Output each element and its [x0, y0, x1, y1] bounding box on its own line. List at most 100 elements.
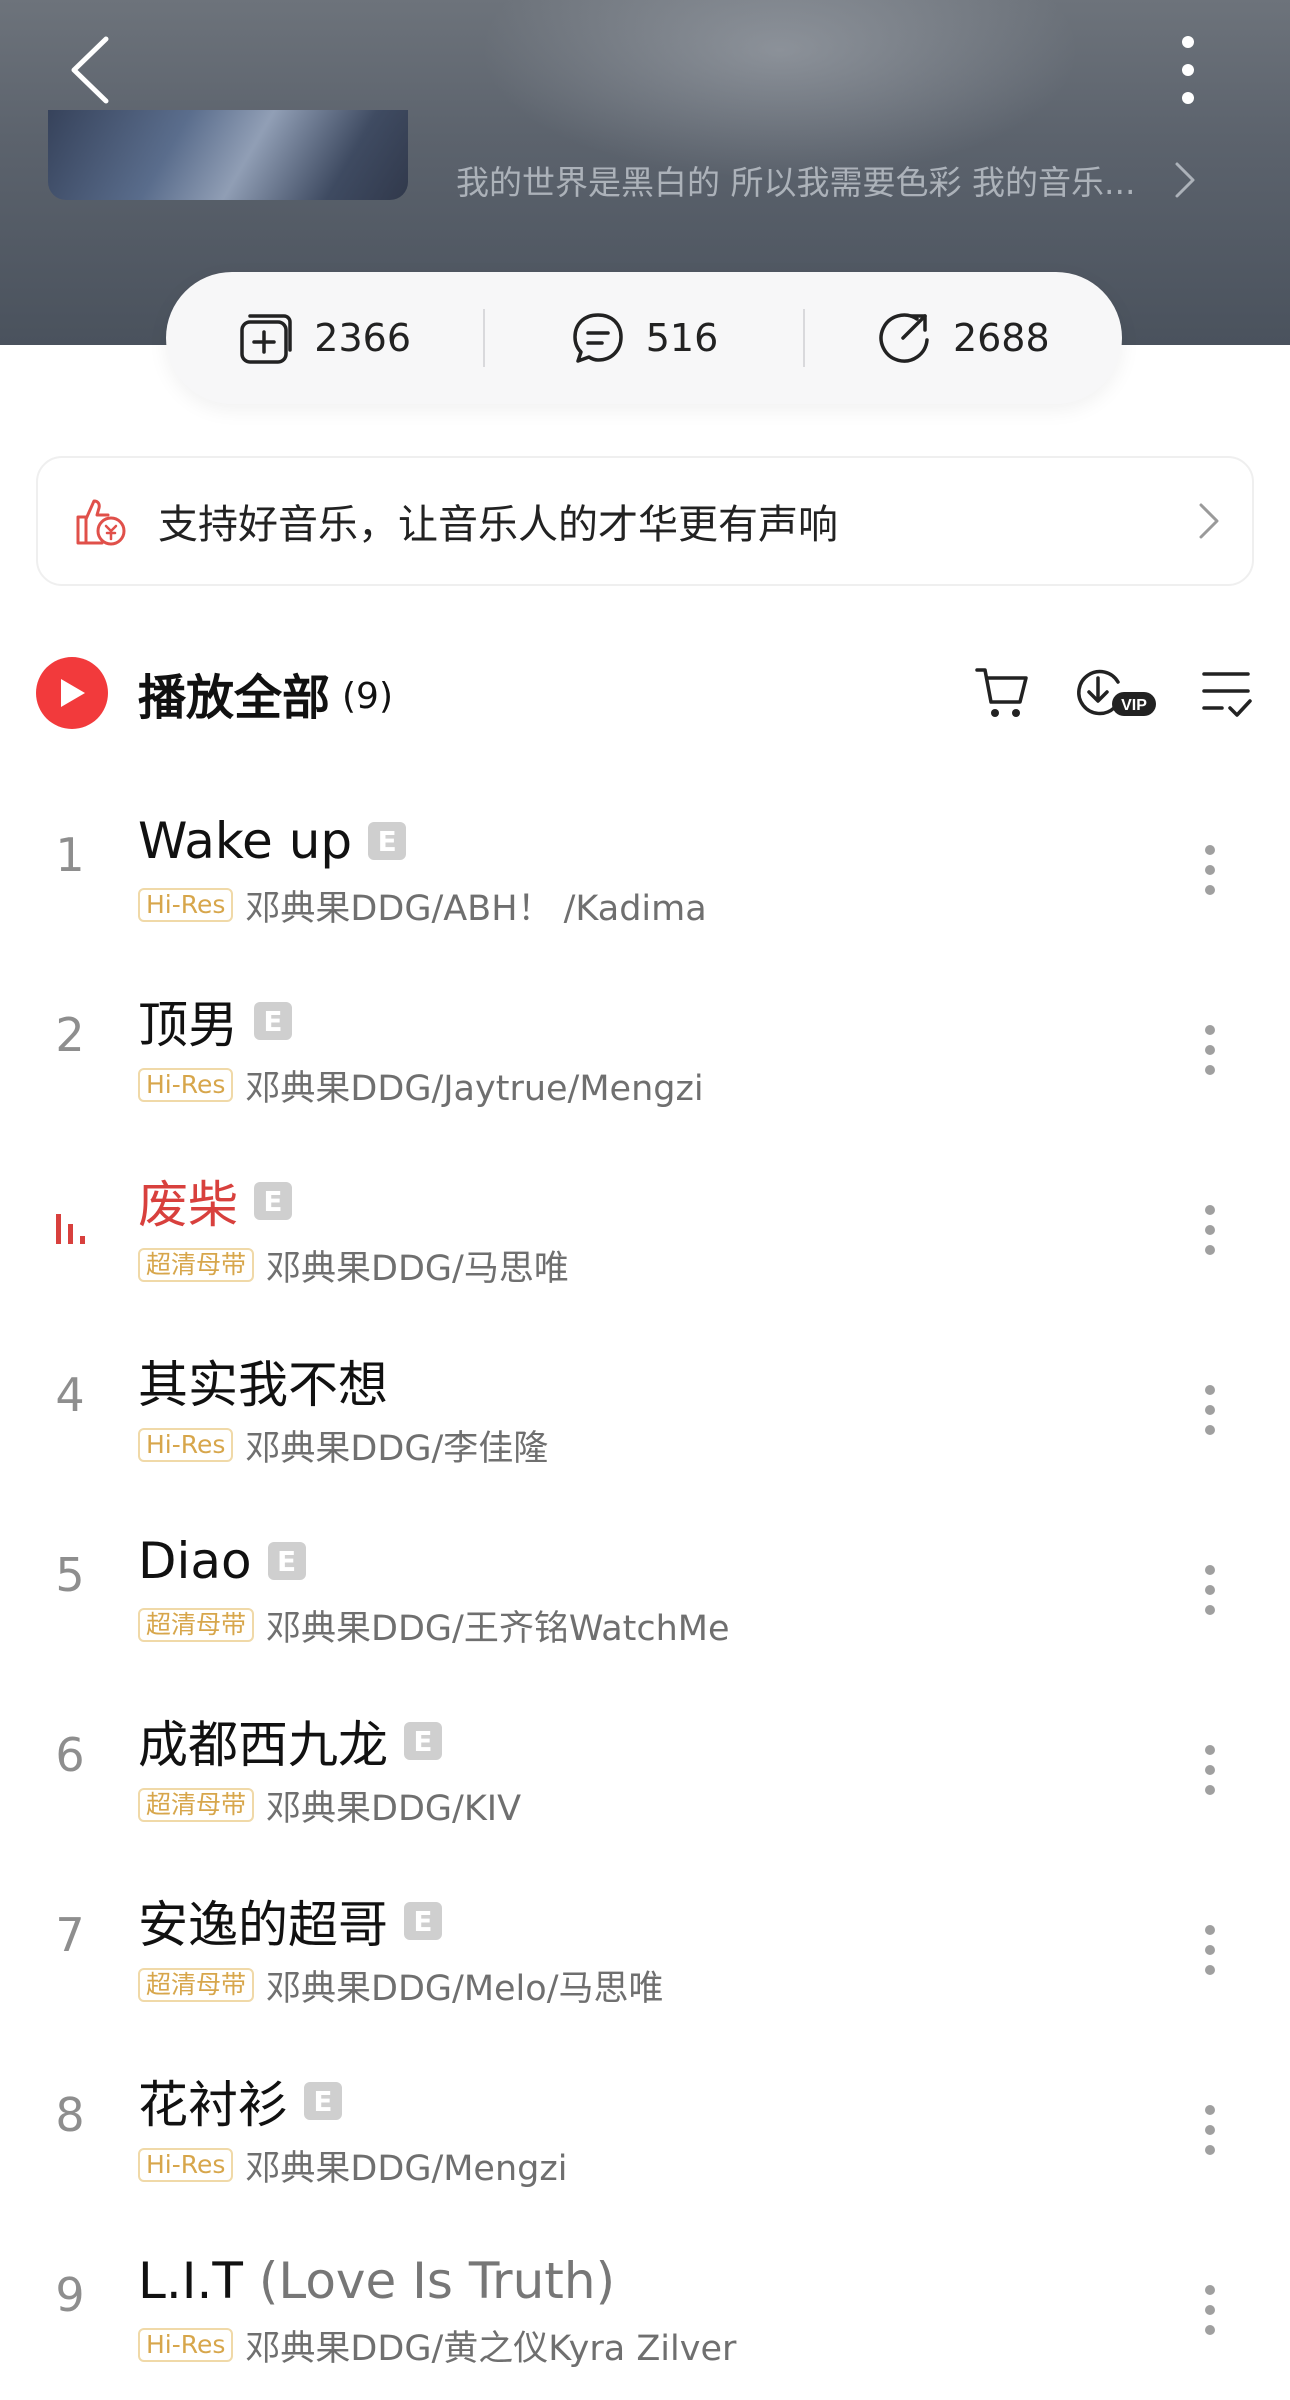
comment-button[interactable]: 516	[485, 272, 802, 404]
song-meta: Hi-Res 邓典果DDG/Mengzi	[138, 2140, 567, 2190]
song-title-main: 花衬衫	[138, 2076, 288, 2134]
more-vertical-icon	[1205, 1385, 1215, 1435]
song-title: 废柴	[138, 1165, 238, 1237]
album-cover[interactable]	[48, 110, 408, 200]
song-meta: 超清母带 邓典果DDG/马思唯	[138, 1240, 569, 1290]
explicit-badge: E	[404, 1902, 442, 1940]
song-title-main: Diao	[138, 1532, 252, 1590]
play-all-row: 播放全部 (9) VIP	[36, 655, 1254, 730]
explicit-badge: E	[267, 1542, 306, 1580]
collect-button[interactable]: 2366	[166, 272, 483, 404]
song-title-sub: (Love Is Truth)	[242, 2252, 616, 2310]
song-meta: Hi-Res 邓典果DDG/ABH！ /Kadima	[138, 880, 707, 930]
song-title-main: 其实我不想	[138, 1356, 388, 1414]
song-title-row: Diao E	[138, 1526, 306, 1596]
song-count: (9)	[342, 676, 394, 717]
more-vertical-icon	[1205, 1205, 1215, 1255]
song-row[interactable]: 2 顶男 E Hi-Res 邓典果DDG/Jaytrue/Mengzi	[0, 960, 1290, 1140]
quality-badge: 超清母带	[138, 1248, 255, 1282]
equalizer-icon	[56, 1214, 85, 1244]
album-description-text: 我的世界是黑白的 所以我需要色彩 我的音乐...	[456, 163, 1136, 202]
song-artists: 邓典果DDG/Jaytrue/Mengzi	[245, 1068, 704, 1109]
song-title-row: 顶男 E	[138, 986, 292, 1056]
song-row[interactable]: 5 Diao E 超清母带 邓典果DDG/王齐铭WatchMe	[0, 1500, 1290, 1680]
more-vertical-icon	[1205, 1745, 1215, 1795]
song-row[interactable]: 废柴 E 超清母带 邓典果DDG/马思唯	[0, 1140, 1290, 1320]
song-title: 顶男	[138, 985, 238, 1057]
comment-icon	[572, 313, 623, 363]
multi-select-icon[interactable]	[1200, 664, 1254, 722]
song-artists: 邓典果DDG/Mengzi	[245, 2148, 568, 2189]
support-text: 支持好音乐，让音乐人的才华更有声响	[158, 502, 838, 548]
song-row[interactable]: 9 L.I.T (Love Is Truth) Hi-Res 邓典果DDG/黄之仪Ky…	[0, 2220, 1290, 2400]
explicit-badge: E	[368, 822, 407, 860]
share-button[interactable]: 2688	[805, 272, 1122, 404]
song-title-row: 花衬衫 E	[138, 2066, 342, 2136]
song-more-button[interactable]	[1190, 1010, 1230, 1090]
explicit-badge: E	[404, 1722, 442, 1760]
song-artists: 邓典果DDG/ABH！ /Kadima	[245, 888, 707, 929]
share-icon	[879, 313, 929, 363]
quality-badge: Hi-Res	[138, 1428, 234, 1462]
song-meta: 超清母带 邓典果DDG/王齐铭WatchMe	[138, 1600, 730, 1650]
song-index: 4	[55, 1368, 85, 1422]
song-index: 1	[55, 828, 85, 882]
quality-badge: Hi-Res	[138, 888, 234, 922]
back-button[interactable]	[60, 30, 120, 110]
song-row[interactable]: 4 其实我不想 Hi-Res 邓典果DDG/李佳隆	[0, 1320, 1290, 1500]
song-more-button[interactable]	[1190, 1190, 1230, 1270]
song-more-button[interactable]	[1190, 2090, 1230, 2170]
more-vertical-icon	[1205, 1565, 1215, 1615]
song-title-row: 其实我不想	[138, 1346, 388, 1416]
song-more-button[interactable]	[1190, 1550, 1230, 1630]
list-tools: VIP	[974, 655, 1254, 730]
song-artists: 邓典果DDG/李佳隆	[245, 1428, 549, 1469]
collect-count: 2366	[314, 316, 412, 360]
song-index: 5	[55, 1548, 85, 1602]
play-icon	[61, 678, 85, 707]
more-vertical-icon	[1205, 2105, 1215, 2155]
song-row[interactable]: 7 安逸的超哥 E 超清母带 邓典果DDG/Melo/马思唯	[0, 1860, 1290, 2040]
song-meta: Hi-Res 邓典果DDG/黄之仪Kyra Zilver	[138, 2320, 736, 2370]
song-title: 其实我不想	[138, 1345, 388, 1417]
song-title-row: 成都西九龙 E	[138, 1706, 442, 1776]
cart-icon[interactable]	[974, 664, 1032, 722]
song-title-row: Wake up E	[138, 806, 407, 876]
add-collection-icon	[240, 314, 293, 364]
song-meta: Hi-Res 邓典果DDG/李佳隆	[138, 1420, 548, 1470]
share-count: 2688	[952, 316, 1050, 360]
song-title-main: Wake up	[138, 812, 353, 870]
song-title: L.I.T (Love Is Truth)	[138, 2252, 615, 2310]
song-title-row: 安逸的超哥 E	[138, 1886, 442, 1956]
song-title-main: 顶男	[138, 996, 238, 1054]
more-button[interactable]	[1158, 30, 1218, 110]
support-banner[interactable]: 支持好音乐，让音乐人的才华更有声响	[36, 456, 1254, 586]
song-row[interactable]: 8 花衬衫 E Hi-Res 邓典果DDG/Mengzi	[0, 2040, 1290, 2220]
song-more-button[interactable]	[1190, 830, 1230, 910]
song-title-row: L.I.T (Love Is Truth)	[138, 2246, 615, 2316]
chevron-right-icon	[1199, 503, 1219, 539]
song-artists: 邓典果DDG/黄之仪Kyra Zilver	[245, 2328, 737, 2369]
song-title: Wake up	[138, 812, 352, 870]
song-title-main: 成都西九龙	[138, 1716, 388, 1774]
song-more-button[interactable]	[1190, 1910, 1230, 1990]
song-title-main: 安逸的超哥	[138, 1896, 388, 1954]
song-title: 安逸的超哥	[138, 1885, 388, 1957]
explicit-badge: E	[304, 2082, 342, 2120]
album-description[interactable]: 我的世界是黑白的 所以我需要色彩 我的音乐...	[456, 155, 1196, 205]
quality-badge: Hi-Res	[138, 2328, 234, 2362]
explicit-badge: E	[254, 1182, 292, 1220]
more-vertical-icon	[1205, 1025, 1215, 1075]
play-all-label[interactable]: 播放全部	[138, 658, 330, 728]
play-all-button[interactable]	[36, 656, 108, 729]
download-vip-icon[interactable]: VIP	[1074, 664, 1158, 722]
song-index: 8	[55, 2088, 85, 2142]
svg-text:VIP: VIP	[1121, 697, 1147, 714]
song-row[interactable]: 1 Wake up E Hi-Res 邓典果DDG/ABH！ /Kadima	[0, 780, 1290, 960]
song-more-button[interactable]	[1190, 1370, 1230, 1450]
quality-badge: Hi-Res	[138, 1068, 234, 1102]
song-row[interactable]: 6 成都西九龙 E 超清母带 邓典果DDG/KIV	[0, 1680, 1290, 1860]
back-arrow-icon	[71, 36, 109, 104]
song-more-button[interactable]	[1190, 1730, 1230, 1810]
song-more-button[interactable]	[1190, 2270, 1230, 2350]
